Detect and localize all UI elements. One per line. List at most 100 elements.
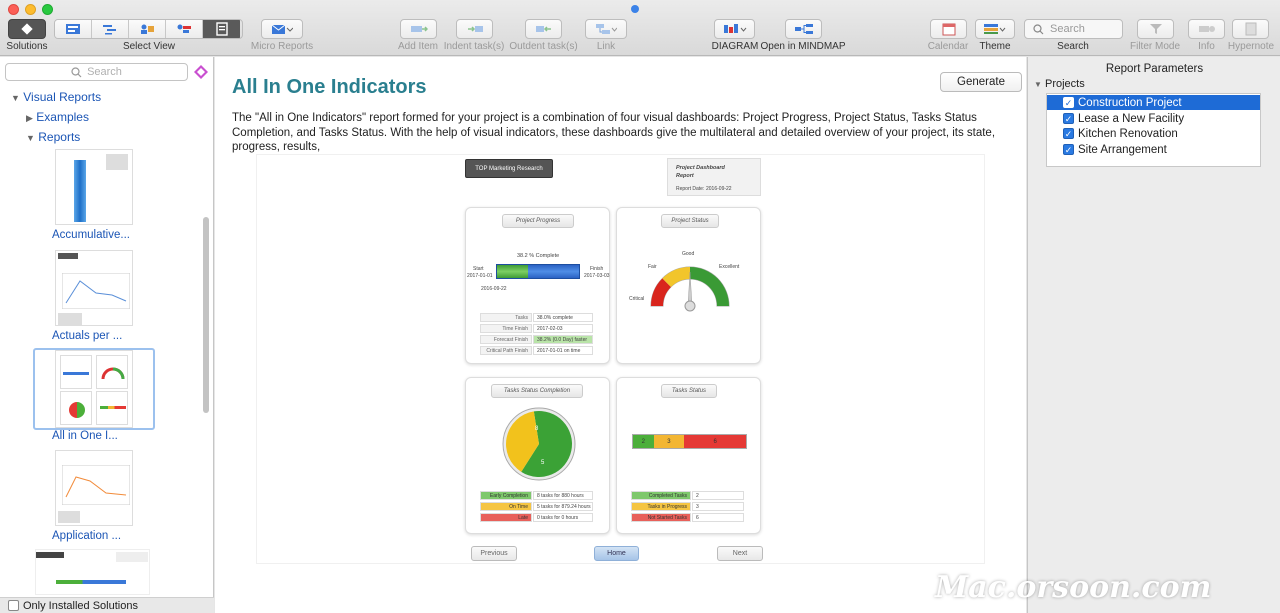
table-row-label: Late — [480, 513, 532, 522]
table-row-label: Early Completion — [480, 491, 532, 500]
report-thumbnail-project-progress[interactable] — [35, 549, 150, 595]
projects-label: Projects — [1044, 78, 1085, 90]
info-button[interactable] — [1188, 19, 1225, 39]
report-caption-application[interactable]: Application ... — [52, 530, 121, 542]
outdent-icon — [535, 26, 551, 32]
only-installed-checkbox[interactable] — [8, 600, 19, 611]
finish-date: 2017-03-03 — [584, 273, 610, 279]
watermark-logo: Mac.orsoon.com — [935, 570, 1212, 605]
toolbar-search-field[interactable]: Search — [1024, 19, 1123, 39]
project-item[interactable]: ✓ Construction Project — [1047, 95, 1260, 110]
project-status-panel: Project Status Good Fair Excellent Criti… — [616, 207, 761, 364]
tree-examples-label: Examples — [36, 110, 89, 124]
status-bar-segment: 6 — [684, 435, 746, 448]
project-name: Kitchen Renovation — [1078, 127, 1178, 140]
sidebar-search-input[interactable]: Search — [5, 63, 188, 81]
theme-label: Theme — [979, 41, 1011, 52]
gauge-critical-label: Critical — [629, 296, 645, 302]
disclosure-open-icon: ▼ — [26, 133, 35, 143]
table-row-value: 38.2% (0.0 Day) faster — [533, 335, 593, 344]
table-row-label: Tasks — [480, 313, 532, 322]
checkbox-checked-icon[interactable]: ✓ — [1063, 144, 1074, 155]
thumb-bar — [56, 580, 126, 584]
calendar-button[interactable] — [930, 19, 967, 39]
report-thumbnail-actuals[interactable] — [55, 250, 133, 326]
solutions-store-icon[interactable] — [193, 64, 209, 80]
only-installed-label: Only Installed Solutions — [23, 599, 138, 612]
indent-icon — [467, 26, 483, 32]
checkbox-checked-icon[interactable]: ✓ — [1063, 113, 1074, 124]
report-parameters-title: Report Parameters — [1105, 63, 1204, 75]
report-thumbnail-all-in-one[interactable] — [55, 350, 133, 428]
close-window-button[interactable] — [8, 4, 19, 15]
resources-view-icon — [141, 24, 154, 34]
project-item[interactable]: ✓ Lease a New Facility — [1047, 111, 1260, 126]
view-outline-button[interactable] — [55, 20, 92, 38]
view-resources-button[interactable] — [129, 20, 166, 38]
view-reports-button[interactable] — [203, 20, 240, 38]
minimize-window-button[interactable] — [25, 4, 36, 15]
diagram-label: DIAGRAM — [711, 41, 759, 52]
project-item[interactable]: ✓ Kitchen Renovation — [1047, 126, 1260, 141]
report-caption-actuals[interactable]: Actuals per ... — [52, 330, 122, 342]
table-row-label: Completed Tasks — [631, 491, 691, 500]
projects-group-header[interactable]: ▼ Projects — [1034, 78, 1085, 90]
company-badge: TOP Marketing Research — [465, 159, 553, 178]
thumb-bar — [63, 372, 89, 375]
indent-button[interactable] — [456, 19, 493, 39]
completion-pie-chart: 8 5 — [502, 407, 576, 481]
tree-visual-reports[interactable]: ▼ Visual Reports — [11, 90, 101, 104]
next-button[interactable]: Next — [717, 546, 763, 561]
solutions-button[interactable] — [8, 19, 46, 39]
table-row-value: 3 — [692, 502, 744, 511]
report-thumbnail-accumulative[interactable] — [55, 149, 133, 225]
zoom-window-button[interactable] — [42, 4, 53, 15]
checkbox-checked-icon[interactable]: ✓ — [1063, 128, 1074, 139]
diagram-button[interactable] — [714, 19, 755, 39]
mindmap-icon — [794, 24, 813, 34]
today-date: 2016-09-22 — [481, 286, 507, 292]
select-view-label: Select View — [122, 41, 176, 52]
report-preview: TOP Marketing Research Project Dashboard… — [256, 154, 985, 564]
outdent-button[interactable] — [525, 19, 562, 39]
generate-button[interactable]: Generate — [940, 72, 1022, 92]
view-team-button[interactable] — [166, 20, 203, 38]
previous-button[interactable]: Previous — [471, 546, 517, 561]
thumb-table — [58, 511, 80, 523]
tree-reports[interactable]: ▼ Reports — [26, 130, 80, 144]
hypernote-icon — [1245, 22, 1256, 36]
add-item-button[interactable] — [400, 19, 437, 39]
thumb-table — [116, 552, 148, 562]
sidebar-scrollbar[interactable] — [203, 217, 209, 413]
tasks-status-panel: Tasks Status 236 Completed Tasks 2 Tasks i… — [616, 377, 761, 534]
report-caption-accumulative[interactable]: Accumulative... — [52, 229, 130, 241]
checkbox-checked-icon[interactable]: ✓ — [1063, 97, 1074, 108]
filter-mode-button[interactable] — [1137, 19, 1174, 39]
start-date: 2017-01-01 — [467, 273, 493, 279]
thumb-pie — [69, 402, 85, 418]
select-view-segmented[interactable] — [54, 19, 243, 39]
micro-reports-button[interactable] — [261, 19, 303, 39]
only-installed-toggle[interactable]: Only Installed Solutions — [0, 597, 214, 613]
sidebar-search-placeholder: Search — [87, 66, 122, 78]
open-mindmap-button[interactable] — [785, 19, 822, 39]
link-button[interactable] — [585, 19, 627, 39]
project-item[interactable]: ✓ Site Arrangement — [1047, 142, 1260, 157]
tasks-completion-title: Tasks Status Completion — [491, 384, 583, 398]
status-bar-segment: 2 — [633, 435, 654, 448]
hypernote-button[interactable] — [1232, 19, 1269, 39]
reports-view-icon — [215, 22, 228, 36]
diagram-icon — [723, 24, 746, 33]
report-thumbnail-application[interactable] — [55, 450, 133, 526]
main-content: All In One Indicators Generate The "All … — [215, 57, 1026, 613]
toolbar-search-placeholder: Search — [1050, 23, 1085, 35]
view-gantt-button[interactable] — [92, 20, 129, 38]
project-name: Lease a New Facility — [1078, 112, 1185, 125]
home-button[interactable]: Home — [594, 546, 639, 561]
tree-examples[interactable]: ▶ Examples — [26, 110, 89, 124]
micro-reports-icon — [271, 24, 293, 34]
theme-button[interactable] — [975, 19, 1015, 39]
table-row-value: 0 tasks for 0 hours — [533, 513, 593, 522]
table-row-value: 2 — [692, 491, 744, 500]
report-caption-all-in-one[interactable]: All in One I... — [52, 430, 118, 442]
